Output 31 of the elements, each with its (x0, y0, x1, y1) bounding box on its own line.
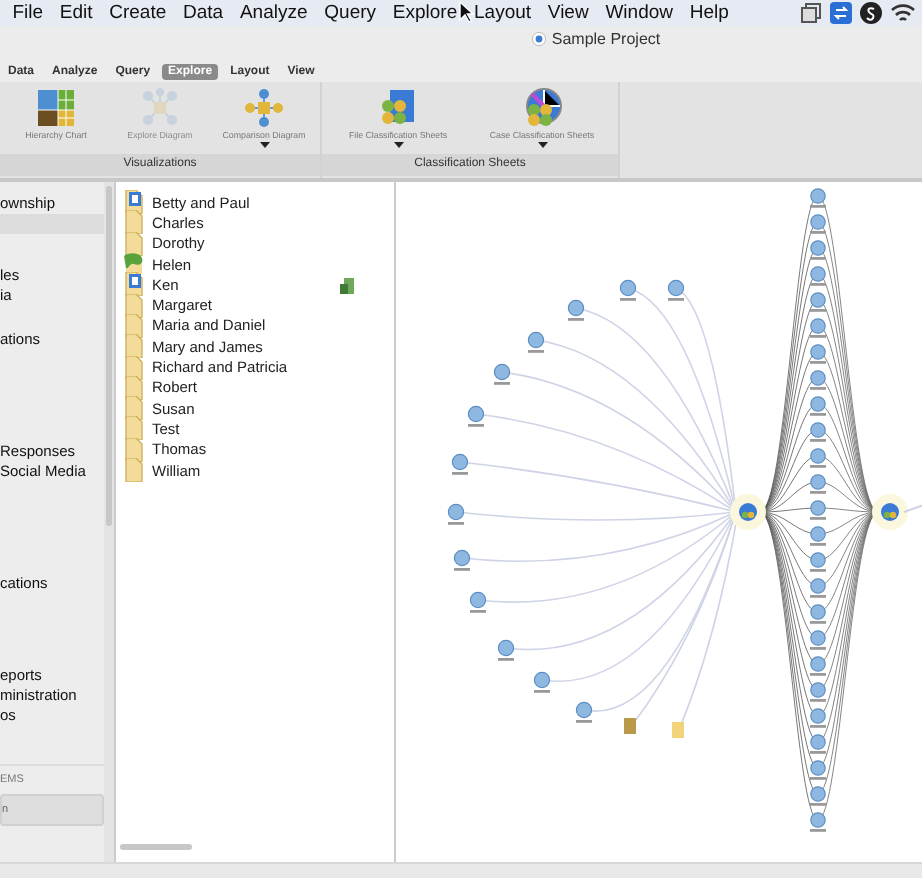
menu-item[interactable]: Edit (51, 0, 101, 26)
document-icon (124, 210, 144, 235)
film-icon (124, 272, 144, 297)
hierarchy-chart-icon (36, 88, 76, 128)
wifi-icon[interactable] (890, 2, 916, 24)
sync-icon[interactable] (830, 2, 852, 24)
menu-item[interactable]: Window (597, 0, 682, 26)
document-icon (124, 458, 144, 483)
windows-icon[interactable] (800, 2, 822, 24)
scrollbar-thumb[interactable] (120, 844, 192, 850)
menu-item[interactable]: Create (100, 0, 175, 26)
case-sheet-icon (522, 88, 562, 128)
menu-item[interactable]: Data (174, 0, 232, 26)
menu-item[interactable]: Analyze (231, 0, 316, 26)
menu-item[interactable]: View (539, 0, 598, 26)
menu-item[interactable]: Query (315, 0, 385, 26)
menu-item[interactable]: Help (681, 0, 738, 26)
picture-icon (124, 252, 144, 277)
window-title: Sample Project (551, 30, 661, 48)
menu-item[interactable]: File (4, 0, 52, 26)
menu-item[interactable]: Explore (384, 0, 466, 26)
menu-item[interactable]: Layout (465, 0, 540, 26)
comparison-diagram-icon (244, 88, 284, 128)
project-icon (531, 32, 546, 46)
document-icon (124, 416, 144, 441)
scrollbar-track[interactable] (104, 182, 114, 862)
document-icon (124, 334, 144, 359)
mouse-cursor-icon (458, 0, 474, 24)
explore-diagram-icon (140, 88, 180, 128)
scrollbar-thumb[interactable] (106, 186, 112, 526)
file-sheet-icon (378, 88, 418, 128)
